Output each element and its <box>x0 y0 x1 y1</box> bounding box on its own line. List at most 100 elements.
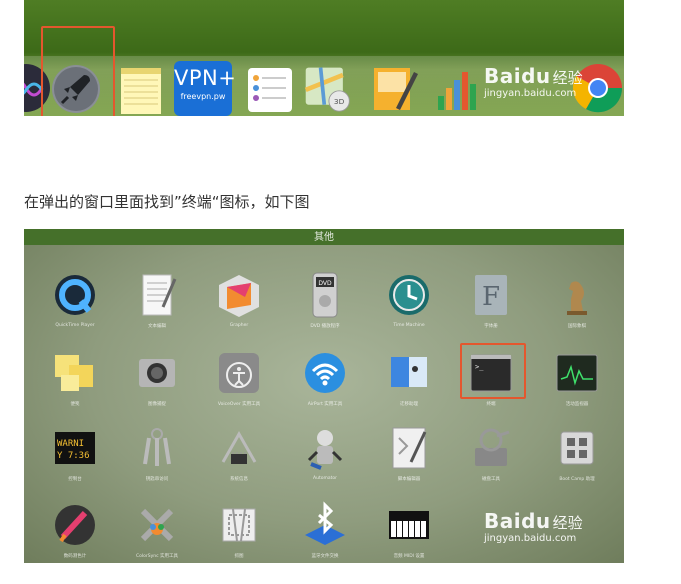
app-label: 便笺 <box>70 402 80 407</box>
numbers-icon[interactable] <box>432 62 484 114</box>
automator-icon <box>307 430 343 470</box>
app-label: 迁移助理 <box>400 402 418 407</box>
launchpad-app[interactable]: F 字体册 <box>456 271 526 329</box>
script-editor-icon <box>392 427 427 469</box>
app-label: 钥匙串访问 <box>145 477 169 482</box>
watermark-brand: Bai <box>484 64 522 88</box>
launchpad-app[interactable]: 活动监视器 <box>542 349 612 407</box>
launchpad-app[interactable]: Grapher <box>204 271 274 328</box>
launchpad-app[interactable]: 国际象棋 <box>542 271 612 329</box>
launchpad-app[interactable]: DVD DVD 播放程序 <box>290 271 360 329</box>
launchpad-app[interactable]: 数码测色计 <box>40 501 110 559</box>
app-label: 抓图 <box>234 554 244 559</box>
launchpad-app[interactable]: 脚本编辑器 <box>374 424 444 482</box>
launchpad-app[interactable]: 钥匙串访问 <box>122 424 192 482</box>
migration-assistant-icon <box>391 357 427 387</box>
app-label: AirPort 实用工具 <box>307 402 343 407</box>
svg-text:Y 7:36: Y 7:36 <box>57 451 90 461</box>
launchpad-app[interactable]: Time Machine <box>374 271 444 328</box>
app-label: 国际象棋 <box>568 324 586 329</box>
launchpad-app[interactable]: AirPort 实用工具 <box>290 349 360 407</box>
terminal-highlight-box <box>460 343 526 399</box>
app-label: 终端 <box>486 402 496 407</box>
digital-color-meter-icon <box>55 505 95 545</box>
vpn-sublabel: freevpn.pw <box>180 92 226 101</box>
launchpad-app[interactable]: 磁盘工具 <box>456 424 526 482</box>
launchpad-screenshot: 其他 QuickTime Player 文本编辑 Grapher DVD DVD 播放程… <box>24 229 624 563</box>
app-label: 文本编辑 <box>148 324 166 329</box>
app-label: DVD 播放程序 <box>310 324 340 329</box>
keychain-access-icon <box>143 428 171 466</box>
launchpad-app[interactable]: 音频 MIDI 设置 <box>374 501 444 559</box>
system-information-icon <box>221 430 257 464</box>
watermark-paw: du <box>521 64 551 88</box>
launchpad-app[interactable]: QuickTime Player <box>40 271 110 328</box>
app-label: 活动监视器 <box>565 402 589 407</box>
console-icon: WARNI Y 7:36 <box>55 432 95 464</box>
app-label: 数码测色计 <box>63 554 87 559</box>
chess-icon <box>567 281 587 315</box>
watermark-cn: 经验 <box>552 514 583 532</box>
app-label: 系统信息 <box>230 477 248 482</box>
vpn-plus-icon[interactable]: VPN+ freevpn.pw <box>174 61 237 116</box>
app-label: 蓝牙文件交换 <box>311 554 339 559</box>
baidu-watermark-bottom: Baidu 经验 jingyan.baidu.com <box>484 509 583 544</box>
vpn-label: VPN+ <box>174 66 237 90</box>
pages-icon[interactable] <box>368 62 420 114</box>
textedit-icon <box>142 274 177 316</box>
boot-camp-icon <box>560 431 594 465</box>
app-label: 音频 MIDI 设置 <box>393 554 425 559</box>
dvd-player-icon: DVD <box>312 272 338 318</box>
app-label: 字体册 <box>484 324 498 329</box>
launchpad-app[interactable]: 抓图 <box>204 501 274 559</box>
dock-screenshot: VPN+ freevpn.pw 3D Baidu 经验 jingyan.baid… <box>24 0 624 116</box>
app-label: ColorSync 实用工具 <box>135 554 179 559</box>
watermark-cn: 经验 <box>552 69 583 87</box>
svg-text:WARNI: WARNI <box>57 439 84 449</box>
grab-icon <box>222 508 256 542</box>
image-capture-icon <box>139 359 175 387</box>
launchpad-app[interactable]: WARNI Y 7:36 控制台 <box>40 424 110 482</box>
launchpad-app[interactable]: Automator <box>290 424 360 481</box>
svg-text:F: F <box>482 282 500 312</box>
watermark-url: jingyan.baidu.com <box>484 533 577 544</box>
activity-monitor-icon <box>556 354 598 392</box>
folder-title: 其他 <box>314 232 334 243</box>
baidu-watermark: Baidu 经验 jingyan.baidu.com <box>484 64 583 99</box>
stickies-icon <box>55 355 93 391</box>
app-label: VoiceOver 实用工具 <box>217 402 261 407</box>
watermark-brand: Bai <box>484 509 522 533</box>
app-label: Time Machine <box>393 323 425 328</box>
launchpad-app[interactable]: 图像捕捉 <box>122 349 192 407</box>
launchpad-app[interactable]: ColorSync 实用工具 <box>122 501 192 559</box>
time-machine-icon <box>389 275 429 315</box>
app-label: 图像捕捉 <box>148 402 166 407</box>
app-label: 脚本编辑器 <box>397 477 421 482</box>
app-label: 控制台 <box>68 477 82 482</box>
launchpad-app[interactable]: 蓝牙文件交换 <box>290 501 360 559</box>
launchpad-highlight-box <box>41 26 115 116</box>
airport-utility-icon <box>305 353 345 393</box>
colorsync-utility-icon <box>140 508 174 542</box>
voiceover-utility-icon <box>219 353 259 393</box>
launchpad-app[interactable]: 文本编辑 <box>122 271 192 329</box>
launchpad-app[interactable]: 便笺 <box>40 349 110 407</box>
maps-icon[interactable]: 3D <box>302 62 354 114</box>
font-book-icon: F <box>475 275 507 315</box>
reminders-icon[interactable] <box>244 64 296 116</box>
bluetooth-file-exchange-icon <box>305 501 345 545</box>
app-label: QuickTime Player <box>55 323 95 328</box>
app-label: Automator <box>313 476 337 481</box>
audio-midi-setup-icon <box>389 511 429 539</box>
svg-text:DVD: DVD <box>318 280 332 287</box>
launchpad-app[interactable]: Boot Camp 助理 <box>542 424 612 482</box>
grapher-icon <box>219 275 259 317</box>
launchpad-app[interactable]: 迁移助理 <box>374 349 444 407</box>
notes-icon[interactable] <box>116 64 168 116</box>
watermark-url: jingyan.baidu.com <box>484 88 577 99</box>
step-caption: 在弹出的窗口里面找到”终端“图标，如下图 <box>24 193 310 211</box>
disk-utility-icon <box>475 428 510 466</box>
launchpad-app[interactable]: VoiceOver 实用工具 <box>204 349 274 407</box>
launchpad-app[interactable]: 系统信息 <box>204 424 274 482</box>
app-label: Grapher <box>229 323 249 328</box>
